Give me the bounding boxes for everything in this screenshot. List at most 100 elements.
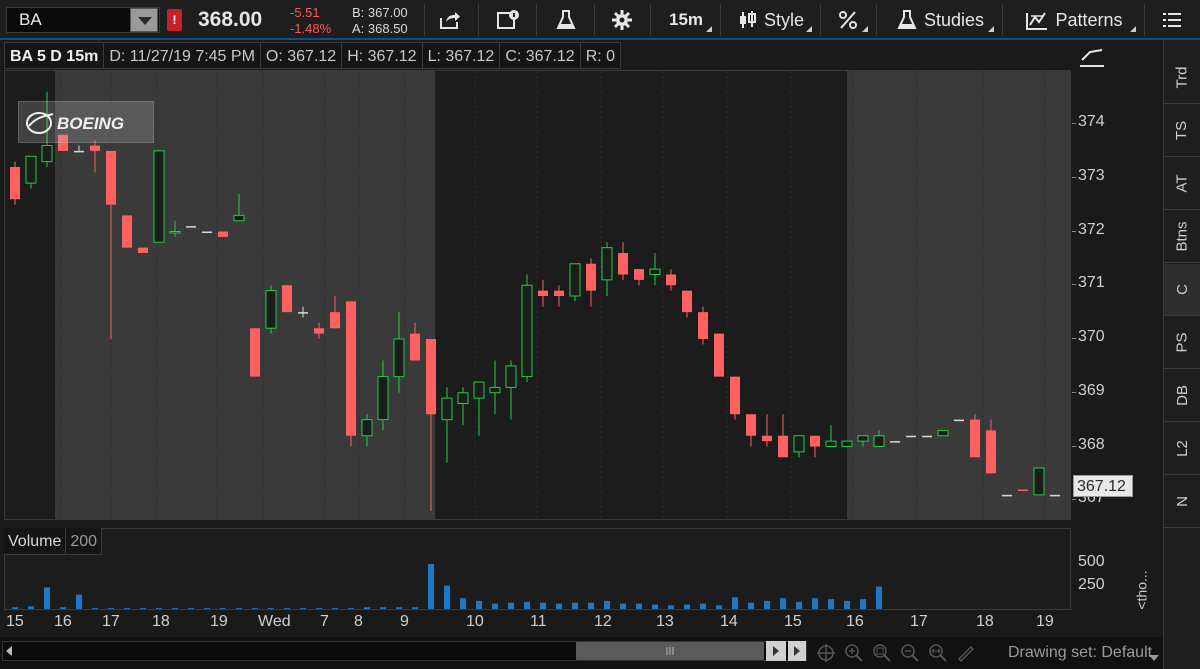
pan-button[interactable]: [926, 642, 950, 664]
detach-button[interactable]: [490, 4, 526, 36]
candle[interactable]: [698, 306, 708, 345]
volume-bar: [460, 598, 466, 609]
scroll-thumb[interactable]: [576, 642, 764, 660]
price-axis-label: 368: [1078, 435, 1105, 453]
candle[interactable]: [1002, 494, 1012, 497]
candle-body: [1050, 494, 1060, 497]
pan-icon: [929, 644, 947, 662]
candle[interactable]: [730, 376, 740, 420]
candle[interactable]: [250, 328, 260, 377]
zoom-box-button[interactable]: [870, 642, 894, 664]
sidebar-tab-btns[interactable]: Btns: [1164, 211, 1200, 263]
interval-button[interactable]: 15m: [658, 4, 714, 36]
sidebar-tab-c[interactable]: C: [1164, 264, 1200, 316]
time-axis-label: 9: [400, 613, 409, 630]
patterns-label: Patterns: [1055, 9, 1123, 30]
time-axis-label: 18: [152, 613, 170, 630]
chart-title[interactable]: BA 5 D 15m: [4, 42, 105, 69]
alert-badge[interactable]: !: [167, 9, 182, 31]
time-axis-label: 18: [976, 613, 994, 630]
volume-panel[interactable]: [4, 528, 1071, 610]
candle[interactable]: [186, 226, 196, 228]
studies-button[interactable]: Studies: [884, 4, 996, 36]
interval-label: 15m: [668, 10, 704, 29]
candle[interactable]: [569, 263, 581, 302]
candle-body: [393, 338, 405, 378]
sidebar-tab-db[interactable]: DB: [1164, 370, 1200, 422]
candle-body: [10, 167, 20, 200]
candle[interactable]: [138, 247, 148, 253]
crosshair-button[interactable]: [814, 642, 838, 664]
flask-button[interactable]: [548, 4, 584, 36]
candle[interactable]: [521, 274, 533, 383]
sidebar-tab-ps[interactable]: PS: [1164, 317, 1200, 369]
scroll-end-button[interactable]: [788, 641, 806, 661]
candle[interactable]: [937, 429, 949, 437]
sidebar-tab-ts[interactable]: TS: [1164, 105, 1200, 157]
volume-bar: [716, 605, 722, 609]
price-axis-tick: [1072, 123, 1076, 124]
volume-axis-label: 250: [1078, 575, 1105, 593]
candlestick-chart[interactable]: [5, 71, 1071, 520]
patterns-button[interactable]: Patterns: [1010, 4, 1138, 36]
candle[interactable]: [10, 161, 20, 205]
candle[interactable]: [890, 441, 900, 443]
zoom-in-button[interactable]: [842, 642, 866, 664]
share-button[interactable]: [432, 4, 468, 36]
candle[interactable]: [714, 333, 724, 377]
sidebar-tab-at[interactable]: AT: [1164, 158, 1200, 210]
candle[interactable]: [202, 231, 212, 234]
scroll-left-button[interactable]: [2, 641, 16, 661]
draw-style-button[interactable]: [954, 642, 978, 664]
price-chart-panel[interactable]: BOEING: [4, 70, 1071, 520]
candle-body: [682, 290, 692, 313]
scroll-right-button[interactable]: [766, 641, 786, 661]
sidebar-tab-label: TS: [1173, 120, 1191, 141]
candle[interactable]: [954, 419, 964, 422]
candle[interactable]: [122, 215, 132, 248]
time-axis-label: 12: [594, 613, 612, 630]
candle[interactable]: [970, 414, 980, 458]
sidebar-tab-trd[interactable]: Trd: [1164, 52, 1200, 104]
volume-bar: [316, 608, 322, 609]
zoom-out-button[interactable]: [898, 642, 922, 664]
style-button[interactable]: Style: [728, 4, 814, 36]
candle[interactable]: [282, 285, 292, 313]
sidebar-tab-l2[interactable]: L2: [1164, 423, 1200, 475]
candle[interactable]: [922, 435, 932, 438]
menu-button[interactable]: [1154, 4, 1190, 36]
candle[interactable]: [346, 301, 356, 447]
volume-label[interactable]: Volume: [4, 528, 67, 555]
symbol-dropdown-button[interactable]: [130, 8, 158, 32]
chart-info-bar: BA 5 D 15m D: 11/27/19 7:45 PM O: 367.12…: [4, 42, 622, 69]
draw-style-icon: [957, 645, 975, 663]
candle-body: [218, 231, 228, 237]
candle-body: [730, 376, 740, 415]
toolbar-divider: [720, 4, 721, 36]
percent-mode-button[interactable]: [828, 4, 870, 36]
settings-button[interactable]: [604, 4, 640, 36]
price-axis-tick: [1072, 230, 1076, 232]
drawing-set-selector[interactable]: Drawing set: Default: [1008, 644, 1152, 662]
ask-price: A: 368.50: [352, 21, 408, 36]
candle[interactable]: [841, 440, 853, 447]
time-axis[interactable]: 15 16 17 18 19 Wed 7 8 9 10 11 12 13 14 15 16 17 18 19: [4, 611, 1071, 635]
candle-body: [762, 435, 772, 442]
volume-bar: [268, 608, 274, 609]
candle[interactable]: [1050, 494, 1060, 497]
volume-bar: [172, 608, 178, 609]
volume-bar: [860, 599, 866, 609]
candle[interactable]: [265, 285, 277, 334]
price-axis[interactable]: 374373372371370369368367: [1072, 70, 1162, 520]
time-axis-label: 19: [210, 613, 228, 630]
drawing-tool-button[interactable]: [1078, 44, 1106, 70]
sidebar-tab-label: PS: [1173, 332, 1191, 353]
candle-body: [873, 435, 885, 447]
candle[interactable]: [1018, 489, 1028, 492]
current-price-tag: 367.12: [1073, 475, 1133, 497]
candle[interactable]: [218, 231, 228, 237]
candle[interactable]: [1033, 467, 1045, 496]
candle[interactable]: [906, 435, 916, 438]
sidebar-tab-n[interactable]: N: [1164, 476, 1200, 528]
candle[interactable]: [153, 150, 165, 243]
